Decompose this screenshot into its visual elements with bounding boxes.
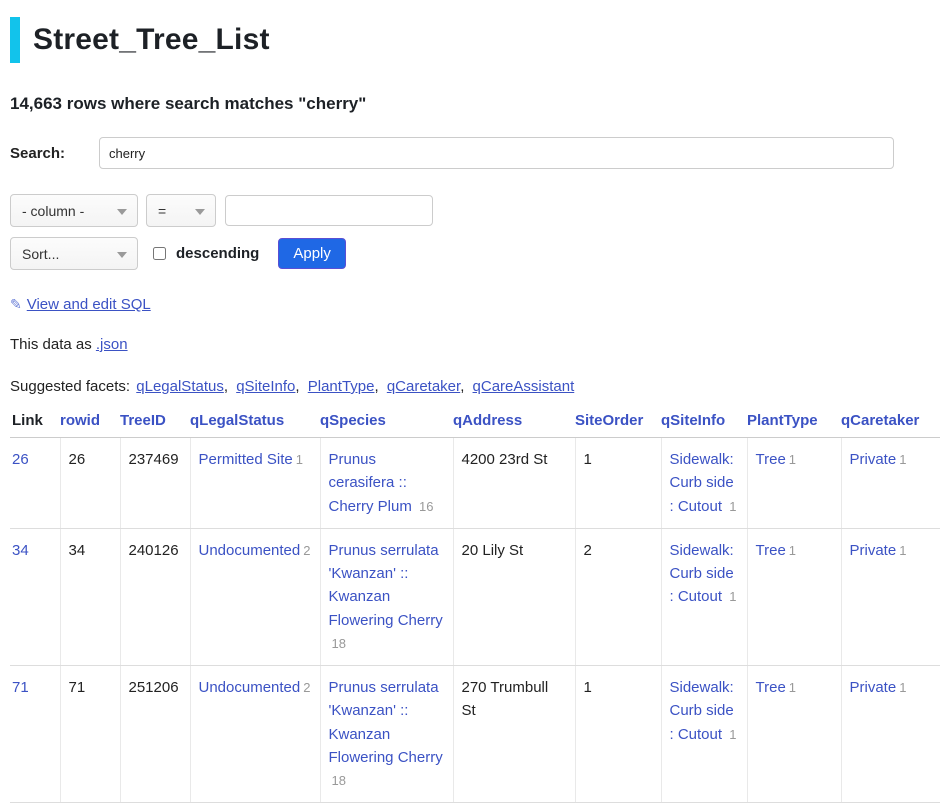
apply-button[interactable]: Apply <box>278 238 346 269</box>
cell-caretaker: Private1 <box>841 528 940 665</box>
row-count-summary: 14,663 rows where search matches "cherry… <box>10 94 940 114</box>
cell-species: Prunus serrulata 'Kwanzan' :: Kwanzan Fl… <box>320 666 453 803</box>
chevron-down-icon <box>117 209 127 215</box>
cell-rowid: 71 <box>60 666 120 803</box>
pencil-icon: ✎ <box>10 296 22 312</box>
facet-count: 1 <box>296 452 303 467</box>
page-header: Street_Tree_List <box>10 17 940 63</box>
cell-legal-status: Undocumented2 <box>190 528 320 665</box>
operator-select-value: = <box>158 203 166 219</box>
column-select[interactable]: - column - <box>10 194 138 227</box>
suggested-facets-row: Suggested facets: qLegalStatus, qSiteInf… <box>10 378 940 395</box>
cell-rowid: 34 <box>60 528 120 665</box>
cell-site-order: 1 <box>575 438 661 529</box>
facets-prefix: Suggested facets: <box>10 378 130 395</box>
facet-count: 1 <box>899 680 906 695</box>
sort-select[interactable]: Sort... <box>10 237 138 270</box>
col-header-link: Link <box>10 412 60 438</box>
view-edit-sql-link[interactable]: View and edit SQL <box>27 296 151 313</box>
col-header-planttype: PlantType <box>747 412 841 438</box>
row-link[interactable]: 34 <box>12 542 29 559</box>
table-row: 71 71 251206 Undocumented2 Prunus serrul… <box>10 666 940 803</box>
column-select-value: - column - <box>22 203 84 219</box>
facet-count: 16 <box>419 499 433 514</box>
facet-link-qcaretaker[interactable]: qCaretaker <box>387 378 460 395</box>
filter-value-input[interactable] <box>225 195 433 226</box>
descending-checkbox[interactable] <box>153 247 166 260</box>
facet-count: 18 <box>332 773 346 788</box>
sort-select-value: Sort... <box>22 246 59 262</box>
json-link[interactable]: .json <box>96 336 128 353</box>
page: Street_Tree_List 14,663 rows where searc… <box>0 17 940 803</box>
facet-link-qsiteinfo[interactable]: qSiteInfo <box>236 378 295 395</box>
col-header-qlegalstatus: qLegalStatus <box>190 412 320 438</box>
facet-link-planttype[interactable]: PlantType <box>308 378 375 395</box>
col-header-treeid: TreeID <box>120 412 190 438</box>
filter-row: - column - = <box>10 194 940 227</box>
page-title: Street_Tree_List <box>33 17 270 63</box>
search-input[interactable] <box>99 137 894 169</box>
filter-panel: - column - = Sort... descending Apply <box>10 194 940 270</box>
cell-site-order: 2 <box>575 528 661 665</box>
cell-plant-type: Tree1 <box>747 666 841 803</box>
search-label: Search: <box>10 145 99 162</box>
col-header-siteorder: SiteOrder <box>575 412 661 438</box>
cell-treeid: 251206 <box>120 666 190 803</box>
facet-count: 1 <box>729 727 736 742</box>
facet-count: 1 <box>729 589 736 604</box>
col-header-qcaretaker: qCaretaker <box>841 412 940 438</box>
table-row: 26 26 237469 Permitted Site1 Prunus cera… <box>10 438 940 529</box>
cell-legal-status: Undocumented2 <box>190 666 320 803</box>
cell-site-info: Sidewalk: Curb side : Cutout 1 <box>661 528 747 665</box>
cell-address: 4200 23rd St <box>453 438 575 529</box>
facet-count: 1 <box>789 452 796 467</box>
cell-address: 270 Trumbull St <box>453 666 575 803</box>
cell-plant-type: Tree1 <box>747 438 841 529</box>
data-as-prefix: This data as <box>10 336 92 353</box>
cell-treeid: 237469 <box>120 438 190 529</box>
data-as-row: This data as .json <box>10 336 940 353</box>
descending-label: descending <box>176 245 259 262</box>
cell-species: Prunus serrulata 'Kwanzan' :: Kwanzan Fl… <box>320 528 453 665</box>
col-header-qsiteinfo: qSiteInfo <box>661 412 747 438</box>
facet-count: 18 <box>332 636 346 651</box>
cell-site-order: 1 <box>575 666 661 803</box>
col-header-qaddress: qAddress <box>453 412 575 438</box>
cell-site-info: Sidewalk: Curb side : Cutout 1 <box>661 666 747 803</box>
table-row: 34 34 240126 Undocumented2 Prunus serrul… <box>10 528 940 665</box>
chevron-down-icon <box>195 209 205 215</box>
facet-count: 1 <box>789 543 796 558</box>
search-form: Search: <box>10 137 940 169</box>
table-header-row: Link rowid TreeID qLegalStatus qSpecies … <box>10 412 940 438</box>
results-table: Link rowid TreeID qLegalStatus qSpecies … <box>10 412 940 803</box>
cell-site-info: Sidewalk: Curb side : Cutout 1 <box>661 438 747 529</box>
cell-rowid: 26 <box>60 438 120 529</box>
facet-count: 1 <box>899 543 906 558</box>
facet-link-qlegalstatus[interactable]: qLegalStatus <box>136 378 224 395</box>
cell-plant-type: Tree1 <box>747 528 841 665</box>
cell-address: 20 Lily St <box>453 528 575 665</box>
sql-link-row: ✎ View and edit SQL <box>10 296 940 313</box>
facet-link-qcareassistant[interactable]: qCareAssistant <box>473 378 575 395</box>
facet-count: 1 <box>729 499 736 514</box>
cell-legal-status: Permitted Site1 <box>190 438 320 529</box>
facet-count: 1 <box>899 452 906 467</box>
operator-select[interactable]: = <box>146 194 216 227</box>
col-header-rowid: rowid <box>60 412 120 438</box>
accent-bar <box>10 17 20 63</box>
facet-count: 2 <box>303 543 310 558</box>
cell-caretaker: Private1 <box>841 438 940 529</box>
row-link[interactable]: 26 <box>12 451 29 468</box>
cell-treeid: 240126 <box>120 528 190 665</box>
facet-count: 1 <box>789 680 796 695</box>
chevron-down-icon <box>117 252 127 258</box>
sort-row: Sort... descending Apply <box>10 237 940 270</box>
col-header-qspecies: qSpecies <box>320 412 453 438</box>
cell-caretaker: Private1 <box>841 666 940 803</box>
cell-species: Prunus cerasifera :: Cherry Plum 16 <box>320 438 453 529</box>
facet-count: 2 <box>303 680 310 695</box>
row-link[interactable]: 71 <box>12 679 29 696</box>
